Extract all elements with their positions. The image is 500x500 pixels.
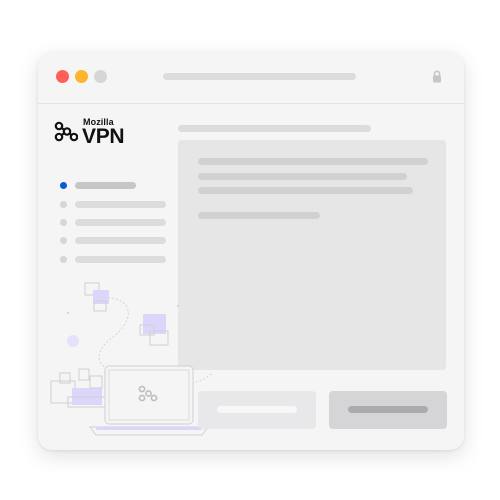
sidebar-item-1[interactable] xyxy=(75,182,136,189)
sidebar-item-4-indicator xyxy=(60,237,67,244)
puzzle-pieces-icon xyxy=(67,282,179,347)
secondary-button-label-placeholder xyxy=(217,406,297,413)
text-line-placeholder xyxy=(198,158,428,165)
laptop-icon xyxy=(89,365,209,436)
text-line-placeholder xyxy=(198,173,407,180)
building-blocks-icon xyxy=(50,368,109,408)
text-line-placeholder xyxy=(198,187,413,194)
close-window-button[interactable] xyxy=(56,70,69,83)
maximize-window-button[interactable] xyxy=(94,70,107,83)
address-bar-placeholder[interactable] xyxy=(163,73,356,80)
page-title-placeholder xyxy=(178,125,371,132)
logo-product-text: VPN xyxy=(82,125,125,148)
app-window: Mozilla VPN xyxy=(38,52,464,450)
text-line-placeholder xyxy=(198,212,320,219)
sidebar-item-5-indicator xyxy=(60,256,67,263)
sidebar-item-2[interactable] xyxy=(75,201,166,208)
sidebar-item-2-indicator xyxy=(60,201,67,208)
sidebar-item-1-indicator xyxy=(60,182,67,189)
mozilla-vpn-logo: Mozilla VPN xyxy=(54,117,144,149)
sidebar-item-3-indicator xyxy=(60,219,67,226)
secondary-button[interactable] xyxy=(198,391,316,429)
sidebar-item-3[interactable] xyxy=(75,219,166,226)
primary-button-label-placeholder xyxy=(348,406,428,413)
sidebar-item-5[interactable] xyxy=(75,256,166,263)
lock-icon xyxy=(433,70,441,83)
minimize-window-button[interactable] xyxy=(75,70,88,83)
title-bar xyxy=(38,52,464,104)
vpn-logo-icon xyxy=(54,121,78,142)
primary-button[interactable] xyxy=(329,391,447,429)
sidebar-item-4[interactable] xyxy=(75,237,166,244)
